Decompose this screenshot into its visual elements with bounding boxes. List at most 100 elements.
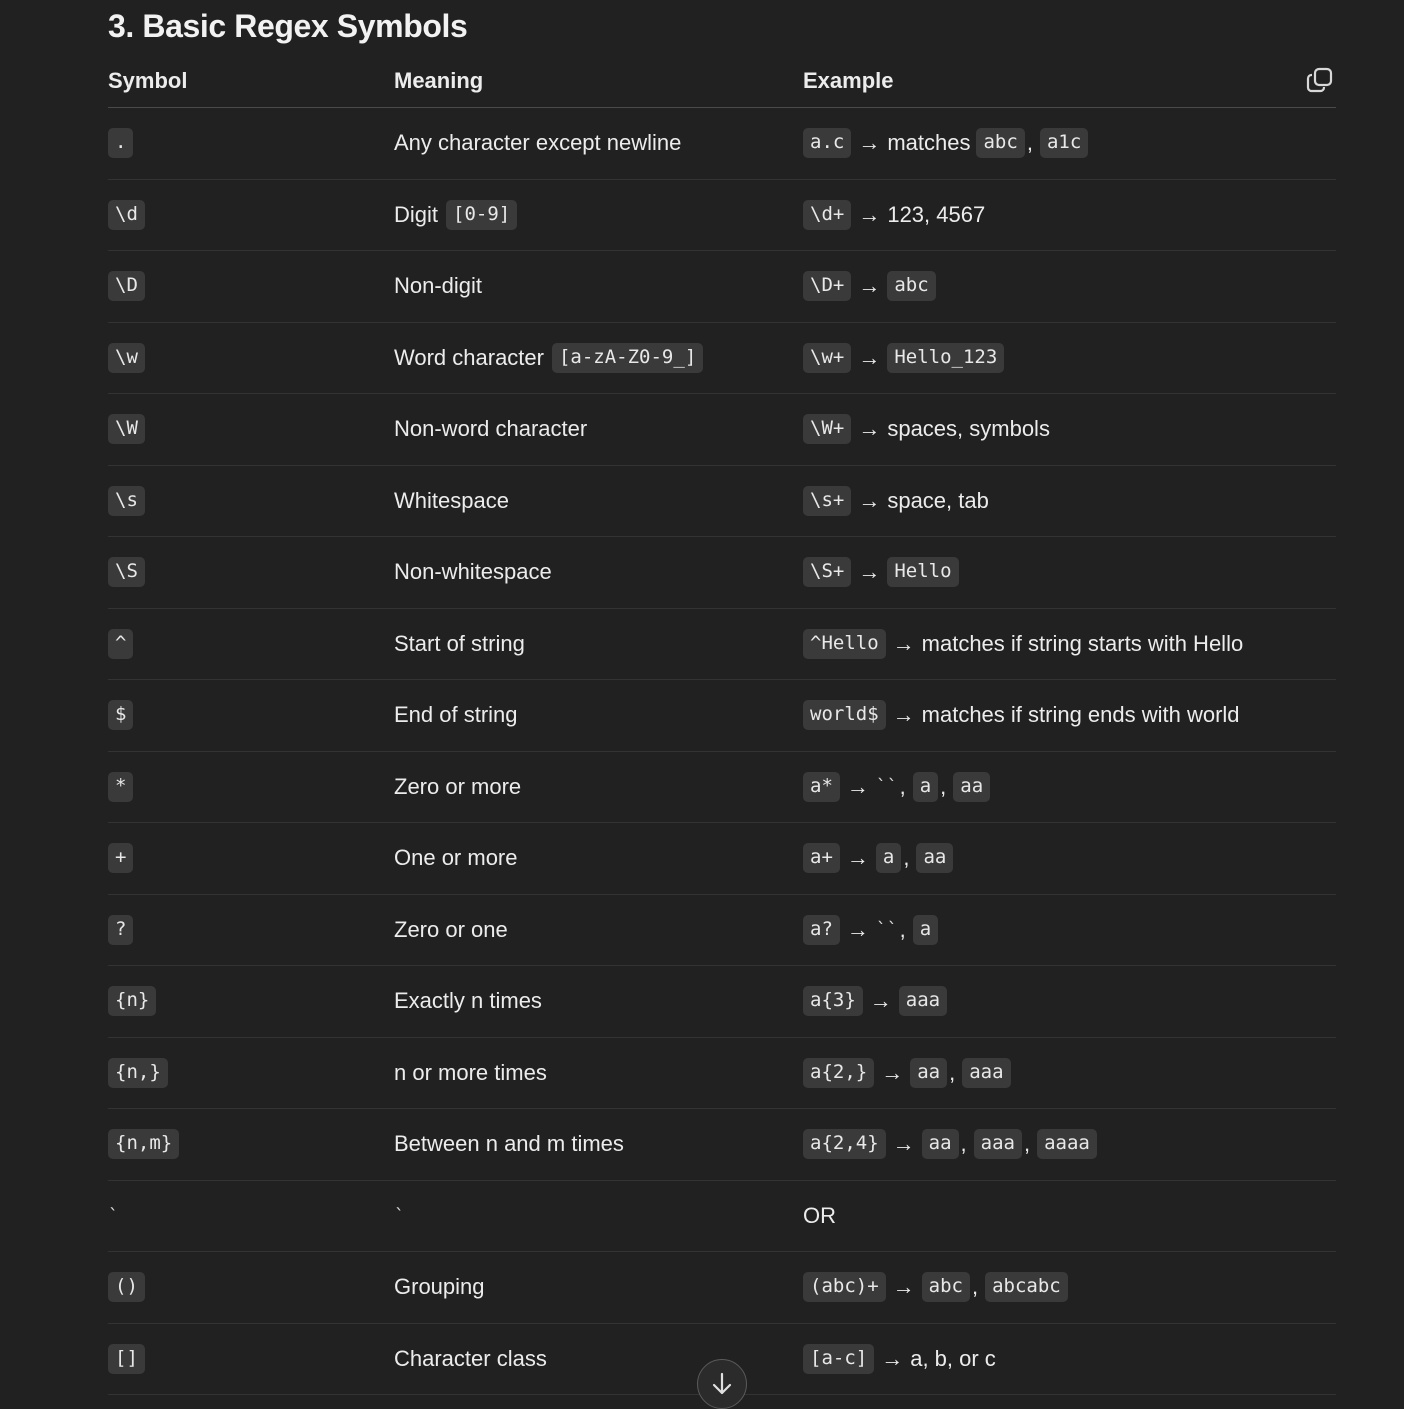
inline-code: Hello	[887, 557, 959, 588]
meaning-cell: Start of string	[394, 631, 525, 657]
meaning-cell: Non-digit	[394, 273, 482, 299]
symbol-code: *	[108, 771, 134, 802]
meaning-cell: Whitespace	[394, 488, 509, 514]
inline-code: (abc)+	[803, 1272, 886, 1303]
meaning-cell: n or more times	[394, 1060, 547, 1086]
cell-text: Whitespace	[394, 487, 509, 513]
symbol-code: $	[108, 700, 134, 731]
cell-text: spaces, symbols	[887, 416, 1050, 442]
inline-code: a+	[803, 843, 840, 874]
inline-code: aaa	[973, 1129, 1022, 1160]
table-row: () Grouping (abc)+ → abc, abcabc	[108, 1252, 1336, 1324]
example-cell: [a-c] → a, b, or c	[803, 1343, 996, 1374]
meaning-cell: Word character [a-zA-Z0-9_]	[394, 342, 704, 373]
example-cell: \s+ → space, tab	[803, 485, 989, 516]
table-row: \S Non-whitespace \S+ → Hello	[108, 537, 1336, 609]
symbol-code: \S	[108, 557, 145, 588]
separator: ,	[1026, 130, 1033, 156]
example-cell: a{2,4} → aa, aaa, aaaa	[803, 1129, 1097, 1160]
cell-text: Zero or one	[394, 916, 508, 942]
arrow-right-icon: →	[858, 130, 881, 156]
cell-text: Non-digit	[394, 273, 483, 299]
inline-code: Hello_123	[887, 342, 1005, 373]
inline-code: a.c	[803, 128, 852, 159]
meaning-cell: Character class	[394, 1346, 547, 1372]
symbol-cell: []	[108, 1343, 145, 1374]
symbol-cell: ()	[108, 1272, 145, 1303]
inline-code: a	[875, 843, 902, 874]
meaning-cell: Any character except newline	[394, 130, 681, 156]
cell-text: Non-word character	[394, 416, 588, 442]
example-cell: a? → ``, a	[803, 914, 939, 945]
example-cell: \D+ → abc	[803, 271, 936, 302]
example-cell: \w+ → Hello_123	[803, 342, 1005, 373]
cell-text: Start of string	[394, 630, 525, 656]
arrow-right-icon: →	[858, 344, 881, 370]
table-row: \d Digit [0-9] \d+ → 123, 4567	[108, 180, 1336, 251]
inline-code: a	[912, 771, 939, 802]
inline-code: a*	[803, 771, 840, 802]
table-header: Symbol Meaning Example	[108, 58, 1336, 108]
inline-code: \D+	[803, 271, 852, 302]
arrow-right-icon: →	[881, 1345, 904, 1371]
symbol-code: \w	[108, 342, 145, 373]
inline-code: a1c	[1039, 128, 1089, 159]
meaning-cell: End of string	[394, 702, 518, 728]
copy-table-button[interactable]	[1304, 64, 1336, 96]
inline-code: aa	[910, 1057, 948, 1088]
cell-text: space, tab	[887, 487, 989, 513]
cell-text: Character class	[394, 1345, 547, 1371]
arrow-right-icon: →	[846, 773, 869, 799]
table-row: $ End of string world$ → matches if string e…	[108, 680, 1336, 752]
example-cell: world$ → matches if string ends with world	[803, 700, 1240, 731]
meaning-cell: Between n and m times	[394, 1131, 624, 1157]
meaning-cell: Non-whitespace	[394, 559, 552, 585]
example-cell: ^Hello → matches if string starts with Hel…	[803, 628, 1243, 659]
inline-code: a?	[803, 914, 840, 945]
symbol-code: \d	[108, 199, 145, 230]
cell-text: Grouping	[394, 1274, 485, 1300]
symbol-code: ?	[108, 914, 134, 945]
cell-text: End of string	[394, 702, 518, 728]
arrow-right-icon: →	[892, 1274, 915, 1300]
inline-code: a{2,}	[803, 1057, 875, 1088]
separator: ,	[960, 1131, 967, 1157]
example-cell: a* → ``, a, aa	[803, 771, 991, 802]
cell-text: One or more	[394, 845, 518, 871]
cell-text: Non-whitespace	[394, 559, 552, 585]
table-row: {n,m} Between n and m times a{2,4} → aa, aaa,…	[108, 1109, 1336, 1181]
inline-code: a{3}	[803, 986, 863, 1017]
cell-text: matches if string ends with world	[921, 702, 1240, 728]
meaning-cell: One or more	[394, 845, 518, 871]
table-row: ? Zero or one a? → ``, a	[108, 895, 1336, 966]
table-row: . Any character except newline a.c → matches…	[108, 108, 1336, 180]
symbol-code: \D	[108, 271, 145, 302]
inline-code: [0-9]	[446, 199, 518, 230]
example-cell: \S+ → Hello	[803, 557, 959, 588]
separator: ,	[949, 1059, 956, 1085]
example-cell: \W+ → spaces, symbols	[803, 414, 1050, 445]
symbol-code: \W	[108, 414, 145, 445]
copy-icon	[1306, 67, 1333, 93]
separator: ,	[899, 916, 906, 942]
inline-code: ^Hello	[803, 628, 886, 659]
scroll-down-button[interactable]	[697, 1359, 747, 1409]
arrow-right-icon: →	[846, 845, 869, 871]
inline-code: \W+	[803, 414, 852, 445]
table-row: \s Whitespace \s+ → space, tab	[108, 466, 1336, 537]
meaning-cell: Non-word character	[394, 416, 587, 442]
table-row: {n,} n or more times a{2,} → aa, aaa	[108, 1038, 1336, 1109]
inline-code: a	[912, 914, 939, 945]
symbol-cell: {n}	[108, 986, 157, 1017]
symbol-cell: \s	[108, 485, 145, 516]
inline-code: aa	[916, 843, 954, 874]
header-example: Example	[803, 68, 894, 93]
table-row: + One or more a+ → a, aa	[108, 823, 1336, 895]
symbol-cell: \d	[108, 199, 145, 230]
cell-text: Any character except newline	[394, 130, 682, 156]
arrow-down-icon	[712, 1372, 732, 1395]
symbol-cell: ?	[108, 914, 134, 945]
arrow-right-icon: →	[858, 559, 881, 585]
header-meaning: Meaning	[394, 68, 484, 93]
symbol-code: ^	[108, 628, 134, 659]
